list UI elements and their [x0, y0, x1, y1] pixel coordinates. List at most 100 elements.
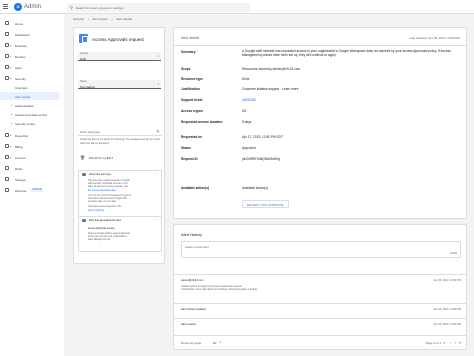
sidebar-item-authentication[interactable]: ▸ Authentication	[0, 101, 64, 109]
sidebar-item-label: Directory	[15, 43, 28, 48]
status-label: Status	[80, 81, 87, 83]
status-select[interactable]: Status Not started ▾	[78, 80, 161, 89]
credit-card-icon	[5, 144, 9, 148]
dropdown-arrow-icon[interactable]: ▾	[220, 341, 221, 344]
edit-icon[interactable]: ✎	[156, 129, 160, 135]
pagination: Rows per page: 10 ▾ Page 1 of 1 ⇤ ‹ › ⇥	[181, 341, 461, 347]
caret-right-icon: ▸	[11, 112, 13, 116]
history-header: Alert history	[181, 232, 203, 237]
rows-per-page-label: Rows per page:	[181, 341, 203, 345]
sidebar-item-label: Apps	[15, 65, 22, 70]
sidebar-item-devices[interactable]: ▸ Devices	[0, 52, 64, 60]
caret-right-icon: ▸	[10, 65, 12, 69]
chevron-up-icon[interactable]: ⌃	[156, 219, 158, 222]
apps-icon	[5, 65, 9, 69]
alert-type-icon	[79, 34, 88, 43]
explore-icon	[5, 188, 9, 192]
trash-icon: 🗑	[80, 154, 86, 160]
rule-section-text: Request Google staff to request approval…	[88, 233, 149, 243]
divider	[174, 274, 466, 275]
justification-value[interactable]: Customer initiated support · Learn more	[242, 87, 298, 91]
main-menu-icon[interactable]	[3, 4, 8, 9]
sidebar-item-billing[interactable]: ▸ Billing	[0, 142, 64, 150]
comment-placeholder: Leave a comment	[185, 245, 209, 249]
rules-icon	[5, 166, 9, 170]
assignee-input[interactable]: Enter assignee ✎	[78, 127, 162, 136]
sidebar-item-account[interactable]: ▸ Account	[0, 153, 64, 161]
sidebar-item-label: Alert center	[15, 94, 31, 99]
review-approval-button[interactable]: REVIEW THIS APPROVAL	[242, 200, 289, 208]
sidebar-item-reporting[interactable]: ▸ Reporting	[0, 131, 64, 139]
chevron-up-icon[interactable]: ⌃	[156, 173, 158, 176]
divider	[174, 318, 466, 319]
alert-details-card: Alert details Last updated: Apr 06, 2023…	[173, 27, 467, 219]
search-input[interactable]: ⚲ Search for users, groups or settings	[67, 2, 250, 12]
history-actor: steven@x9-42.com	[181, 279, 204, 282]
last-updated: Last updated: Apr 06, 2023, 12:50 PM	[409, 36, 460, 40]
last-page-icon[interactable]: ⇥	[458, 341, 461, 345]
sidebar-item-label: Rules	[15, 166, 23, 171]
history-desc-line: Justification: Issue with document shari…	[181, 288, 258, 292]
storage-icon	[5, 177, 9, 181]
next-page-icon[interactable]: ›	[455, 341, 456, 345]
assignee-help: Assign an alert to an admin for follow-u…	[80, 138, 160, 145]
sidebar-item-label: Authentication	[15, 103, 35, 108]
caret-right-icon: ▸	[11, 121, 13, 125]
rows-per-page-select[interactable]: 10	[213, 341, 216, 345]
status-value: Not started	[80, 84, 95, 89]
rule-section: ! Rule that generated this alert ⌃ Acces…	[78, 216, 162, 252]
alert-title: Access Approvals request	[92, 37, 144, 42]
detail-label: Request ID	[181, 157, 198, 161]
severity-select[interactable]: Severity High ▾	[78, 52, 161, 61]
comment-counter: 0/1000	[449, 253, 457, 255]
prev-page-icon[interactable]: ‹	[450, 341, 451, 345]
breadcrumb: Security › Alert center › Alert details	[73, 17, 135, 21]
sidebar-item-apps[interactable]: ▸ Apps	[0, 63, 64, 71]
about-section-header[interactable]: i About this alert type ⌃	[79, 171, 161, 178]
google-logo[interactable]: G	[14, 3, 22, 11]
comment-input[interactable]: Leave a comment 0/1000	[181, 241, 461, 258]
sidebar-item-home[interactable]: Home	[0, 19, 64, 27]
sidebar-item-access-data-control[interactable]: ▸ Access and data control	[0, 110, 64, 118]
app-name[interactable]: Admin	[24, 4, 41, 10]
breadcrumb-separator: ›	[87, 17, 89, 21]
resource-type-value: Drive	[242, 77, 250, 81]
history-event: Alert created	[181, 323, 196, 326]
rule-section-header[interactable]: ! Rule that generated this alert ⌃	[79, 217, 161, 224]
breadcrumb-alert-center[interactable]: Alert center	[92, 17, 107, 21]
delete-alert-button[interactable]: 🗑 DELETE ALERT	[78, 153, 128, 161]
sidebar-item-security[interactable]: ▾ Security	[0, 74, 64, 82]
chart-icon	[5, 133, 9, 137]
sidebar-item-label: Security center	[15, 121, 36, 126]
devices-icon	[5, 54, 9, 58]
breadcrumb-security[interactable]: Security	[73, 17, 84, 21]
sidebar-item-label: Account	[15, 155, 26, 160]
sidebar-item-alert-center[interactable]: Alert center	[0, 92, 60, 100]
requested-on-value: Apr 17, 2023, 12:50 PM EDT	[242, 135, 283, 139]
about-section-title: About this alert type	[89, 173, 112, 176]
detail-label: Status	[181, 146, 191, 150]
sidebar-item-label: Reporting	[15, 133, 29, 138]
sidebar-item-label: Security	[15, 76, 26, 81]
caret-right-icon: ▸	[10, 54, 12, 58]
detail-label: Resource type	[181, 77, 203, 81]
sidebar-item-overview[interactable]: Overview	[0, 83, 64, 91]
summary-value: A Google staff member has requested acce…	[242, 49, 451, 57]
divider	[174, 303, 466, 304]
sidebar-item-storage[interactable]: Storage	[0, 175, 64, 183]
first-page-icon[interactable]: ⇤	[443, 341, 446, 345]
sidebar-item-directory[interactable]: ▸ Directory	[0, 41, 64, 49]
caret-right-icon: ▸	[10, 133, 12, 137]
sidebar-item-discover[interactable]: Discover ACTIVE	[0, 186, 64, 194]
sidebar-item-security-center[interactable]: ▸ Security center	[0, 119, 64, 127]
sidebar-item-label: Storage	[15, 177, 26, 182]
active-badge: ACTIVE	[31, 187, 44, 192]
top-bar: G Admin ⚲ Search for users, groups or se…	[0, 0, 474, 14]
about-link[interactable]: Admin audit log.	[88, 210, 149, 213]
dropdown-arrow-icon: ▾	[157, 55, 159, 58]
rule-icon: !	[82, 218, 86, 222]
support-ticket-link[interactable]: 44351189	[242, 98, 256, 102]
sidebar-item-rules[interactable]: Rules	[0, 164, 64, 172]
sidebar-item-dashboard[interactable]: Dashboard	[0, 30, 64, 38]
sidebar-item-label: Home	[15, 21, 24, 26]
